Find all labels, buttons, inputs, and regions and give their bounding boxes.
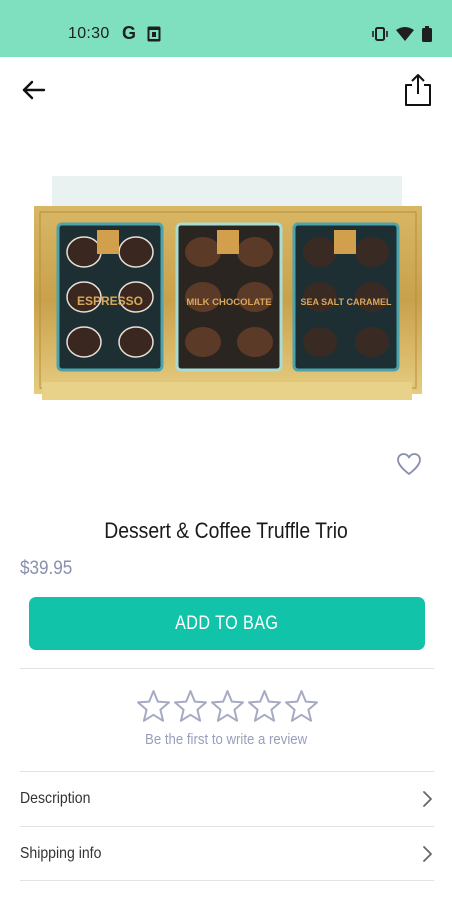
product-price: $39.95 — [20, 558, 73, 579]
review-prompt-link[interactable]: Be the first to write a review — [0, 731, 452, 748]
product-title: Dessert & Coffee Truffle Trio — [104, 518, 348, 543]
description-row[interactable]: Description — [20, 772, 434, 826]
status-bar: 10:30 G — [0, 0, 452, 57]
status-icons — [372, 26, 432, 42]
add-to-bag-label: ADD TO BAG — [175, 612, 279, 634]
google-icon: G — [122, 23, 137, 43]
star-icon[interactable] — [284, 689, 319, 723]
star-icon[interactable] — [247, 689, 282, 723]
shipping-info-label: Shipping info — [20, 845, 102, 862]
review-prompt-text: Be the first to write a review — [144, 731, 308, 748]
box-label-2: MILK CHOCOLATE — [186, 297, 271, 308]
star-icon[interactable] — [173, 689, 208, 723]
star-rating[interactable] — [136, 689, 319, 723]
add-to-bag-button[interactable]: ADD TO BAG — [29, 597, 425, 650]
divider — [20, 668, 434, 669]
battery-icon — [422, 26, 432, 42]
box-label-1: ESPRESSO — [77, 294, 143, 308]
calendar-icon — [147, 26, 161, 42]
vibrate-icon — [372, 27, 388, 41]
chevron-right-icon — [423, 791, 432, 807]
star-icon[interactable] — [210, 689, 245, 723]
divider — [20, 880, 434, 881]
share-icon[interactable] — [402, 72, 434, 108]
shipping-info-row[interactable]: Shipping info — [20, 827, 434, 881]
wifi-icon — [396, 27, 414, 41]
description-label: Description — [20, 790, 91, 807]
product-image[interactable]: ESPRESSO MILK CHOCOLATE SEA SALT CARAMEL — [32, 172, 424, 412]
back-arrow-icon[interactable] — [18, 74, 50, 106]
star-icon[interactable] — [136, 689, 171, 723]
heart-icon[interactable] — [396, 452, 422, 476]
chevron-right-icon — [423, 846, 432, 862]
status-time: 10:30 — [68, 25, 110, 42]
box-label-3: SEA SALT CARAMEL — [301, 297, 393, 307]
